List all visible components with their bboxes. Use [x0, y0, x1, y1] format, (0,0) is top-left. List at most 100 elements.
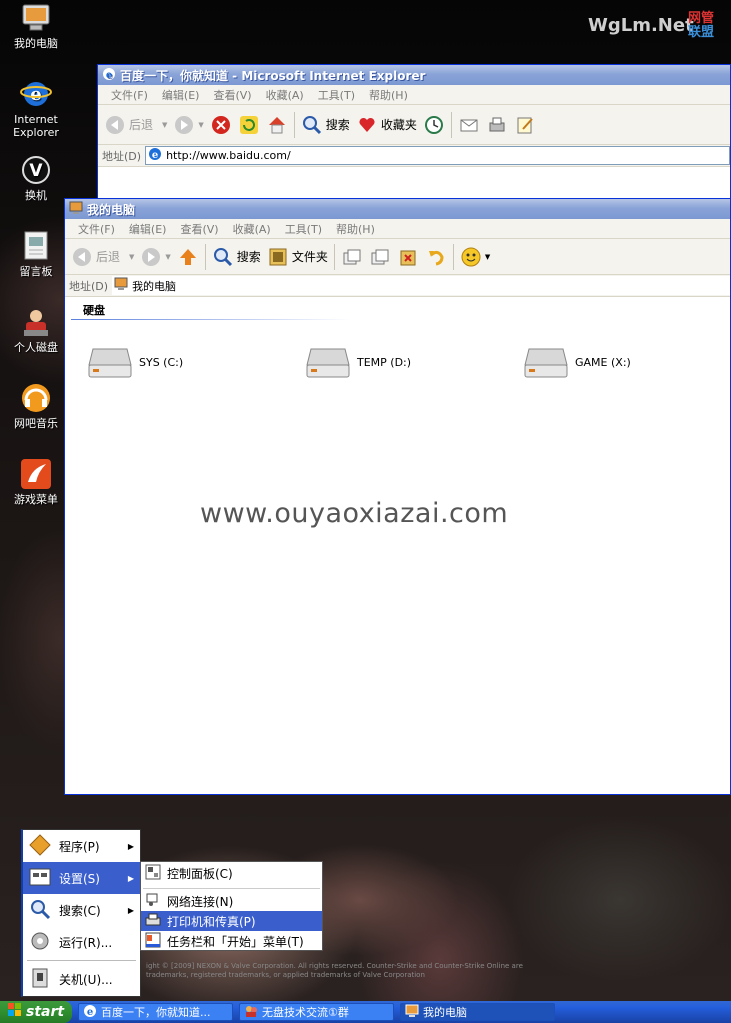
- submenu-taskbar[interactable]: 任务栏和「开始」菜单(T): [141, 931, 322, 951]
- explorer-folders-button[interactable]: 文件夹: [267, 246, 328, 268]
- explorer-title-bar[interactable]: 我的电脑: [65, 199, 730, 219]
- ie-menu-help[interactable]: 帮助(H): [362, 87, 415, 103]
- ie-back-button[interactable]: 后退 ▼: [104, 114, 167, 136]
- ie-menu-bar: 文件(F) 编辑(E) 查看(V) 收藏(A) 工具(T) 帮助(H): [98, 85, 730, 105]
- desktop-icon-ie[interactable]: e Internet Explorer: [0, 78, 72, 139]
- explorer-content: 硬盘 SYS (C:) TEMP (D:) GAME (X:): [65, 297, 730, 794]
- start-menu-settings[interactable]: 设置(S) ▶: [23, 862, 140, 894]
- explorer-menu-tools[interactable]: 工具(T): [278, 221, 329, 237]
- ie-forward-button[interactable]: ▼: [173, 114, 204, 136]
- submenu-control-panel[interactable]: 控制面板(C): [141, 863, 322, 883]
- note-icon: [20, 230, 52, 262]
- ie-icon: e: [20, 78, 52, 110]
- explorer-menu-help[interactable]: 帮助(H): [329, 221, 382, 237]
- explorer-menu-file[interactable]: 文件(F): [71, 221, 122, 237]
- up-folder-icon[interactable]: [177, 246, 199, 268]
- search-icon: [301, 114, 323, 136]
- ie-icon: e: [83, 1004, 97, 1020]
- heart-icon: [356, 114, 378, 136]
- history-icon[interactable]: [423, 114, 445, 136]
- drive-c[interactable]: SYS (C:): [87, 343, 183, 382]
- explorer-back-button[interactable]: 后退 ▼: [71, 246, 134, 268]
- taskbar: start e 百度一下，你就知道... 无盘技术交流①群 我的电脑: [0, 1001, 731, 1023]
- desktop-icon-my-computer[interactable]: 我的电脑: [0, 2, 72, 50]
- move-to-icon[interactable]: [341, 246, 363, 268]
- start-button[interactable]: start: [0, 1001, 72, 1023]
- taskbar-button-chat[interactable]: 无盘技术交流①群: [239, 1003, 394, 1021]
- settings-submenu: 控制面板(C) 网络连接(N) 打印机和传真(P) 任务栏和「开始」菜单(T): [140, 861, 323, 951]
- ie-favorites-button[interactable]: 收藏夹: [356, 114, 417, 136]
- submenu-network[interactable]: 网络连接(N): [141, 891, 322, 911]
- forward-arrow-icon: [140, 246, 162, 268]
- control-panel-icon: [145, 864, 161, 883]
- ie-menu-view[interactable]: 查看(V): [206, 87, 258, 103]
- smiley-icon: [460, 246, 482, 268]
- forward-arrow-icon: [173, 114, 195, 136]
- desktop-icon-music[interactable]: 网吧音乐: [0, 382, 72, 430]
- print-icon[interactable]: [486, 114, 508, 136]
- refresh-icon[interactable]: [238, 114, 260, 136]
- ie-icon: e: [102, 67, 116, 84]
- computer-icon: [114, 277, 128, 294]
- start-menu-shutdown[interactable]: 关机(U)...: [23, 963, 140, 995]
- back-arrow-icon: [104, 114, 126, 136]
- back-arrow-icon: [71, 246, 93, 268]
- network-icon: [145, 892, 161, 911]
- edit-icon[interactable]: [514, 114, 536, 136]
- explorer-menu-edit[interactable]: 编辑(E): [122, 221, 174, 237]
- watermark-brand: WgLm.Net: [588, 15, 694, 36]
- search-icon: [212, 246, 234, 268]
- start-menu-programs[interactable]: 程序(P) ▶: [23, 830, 140, 862]
- user-disk-icon: [20, 306, 52, 338]
- taskbar-button-ie[interactable]: e 百度一下，你就知道...: [78, 1003, 233, 1021]
- drive-d[interactable]: TEMP (D:): [305, 343, 411, 382]
- ie-menu-tools[interactable]: 工具(T): [311, 87, 362, 103]
- explorer-search-button[interactable]: 搜索: [212, 246, 261, 268]
- printer-icon: [145, 912, 161, 931]
- search-icon: [29, 898, 51, 923]
- ie-title-bar[interactable]: e 百度一下，你就知道 - Microsoft Internet Explore…: [98, 65, 730, 85]
- ie-menu-file[interactable]: 文件(F): [104, 87, 155, 103]
- delete-icon[interactable]: [397, 246, 419, 268]
- hard-drive-icon: [523, 343, 569, 382]
- taskbar-icon: [145, 932, 161, 951]
- home-icon[interactable]: [266, 114, 288, 136]
- ie-menu-edit[interactable]: 编辑(E): [155, 87, 207, 103]
- hard-drive-icon: [87, 343, 133, 382]
- copy-to-icon[interactable]: [369, 246, 391, 268]
- computer-icon: [20, 2, 52, 34]
- ie-search-button[interactable]: 搜索: [301, 114, 350, 136]
- desktop-icon-switch[interactable]: V 换机: [0, 154, 72, 202]
- desktop-icon-guestbook[interactable]: 留言板: [0, 230, 72, 278]
- explorer-menu-favorites[interactable]: 收藏(A): [226, 221, 278, 237]
- ie-address-bar: 地址(D) e http://www.baidu.com/: [98, 145, 730, 167]
- page-icon: e: [148, 147, 162, 164]
- views-button[interactable]: ▼: [460, 246, 490, 268]
- explorer-window[interactable]: 我的电脑 文件(F) 编辑(E) 查看(V) 收藏(A) 工具(T) 帮助(H)…: [64, 198, 731, 795]
- watermark-logo: WgLm.Net 网管 联盟: [588, 12, 714, 40]
- game-menu-icon: [20, 458, 52, 490]
- shutdown-icon: [29, 967, 51, 992]
- computer-icon: [405, 1004, 419, 1020]
- desktop-icon-personal-disk[interactable]: 个人磁盘: [0, 306, 72, 354]
- ie-menu-favorites[interactable]: 收藏(A): [259, 87, 311, 103]
- explorer-menu-view[interactable]: 查看(V): [173, 221, 225, 237]
- run-icon: [29, 930, 51, 955]
- programs-icon: [29, 833, 51, 859]
- taskbar-button-my-computer[interactable]: 我的电脑: [400, 1003, 555, 1021]
- start-menu-search[interactable]: 搜索(C) ▶: [23, 894, 140, 926]
- computer-icon: [69, 201, 83, 218]
- stop-icon[interactable]: [210, 114, 232, 136]
- svg-text:V: V: [29, 161, 43, 181]
- ie-window[interactable]: e 百度一下，你就知道 - Microsoft Internet Explore…: [97, 64, 731, 214]
- undo-icon[interactable]: [425, 246, 447, 268]
- explorer-address-input[interactable]: 我的电脑: [112, 276, 730, 295]
- explorer-forward-button[interactable]: ▼: [140, 246, 171, 268]
- ie-title: 百度一下，你就知道 - Microsoft Internet Explorer: [120, 68, 426, 83]
- mail-icon[interactable]: [458, 114, 480, 136]
- start-menu-run[interactable]: 运行(R)...: [23, 926, 140, 958]
- desktop-icon-game-menu[interactable]: 游戏菜单: [0, 458, 72, 506]
- submenu-printers[interactable]: 打印机和传真(P): [141, 911, 322, 931]
- ie-address-input[interactable]: e http://www.baidu.com/: [145, 146, 730, 165]
- drive-x[interactable]: GAME (X:): [523, 343, 631, 382]
